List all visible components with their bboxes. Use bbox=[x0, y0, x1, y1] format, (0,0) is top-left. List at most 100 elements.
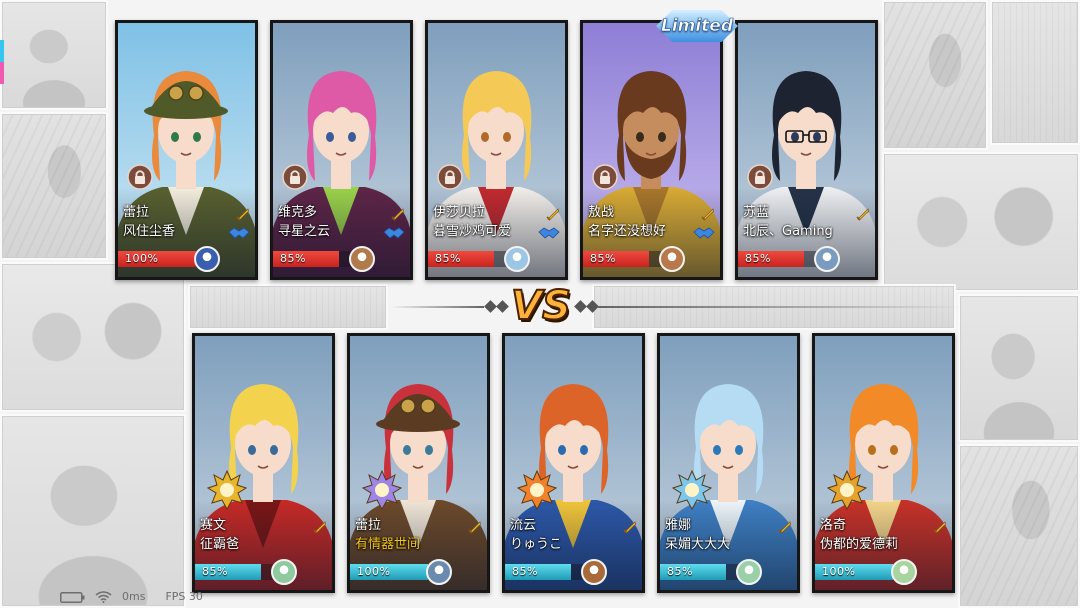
manga-panel bbox=[958, 444, 1080, 608]
hero-name: 敖战 bbox=[588, 205, 615, 220]
crest-icon bbox=[517, 470, 557, 510]
lock-icon bbox=[282, 164, 308, 190]
enemy-player-card-5: 苏蓝 北辰、Gaming 85% bbox=[735, 20, 878, 280]
player-avatar bbox=[194, 246, 220, 272]
ally-player-card-1: 赛文 征霸爸 85% bbox=[192, 333, 335, 593]
player-name: 名字还没想好 bbox=[588, 224, 667, 239]
hero-name: 雅娜 bbox=[665, 518, 692, 533]
crest-icon bbox=[362, 470, 402, 510]
player-avatar bbox=[271, 559, 297, 585]
loading-progress-label: 100% bbox=[125, 252, 159, 265]
loading-progress-label: 85% bbox=[202, 565, 228, 578]
loading-progress-bar: 85% bbox=[273, 251, 351, 267]
player-avatar bbox=[659, 246, 685, 272]
enemy-player-card-4: 敖战 名字还没想好 85% bbox=[580, 20, 723, 280]
manga-panel bbox=[990, 0, 1080, 145]
lock-icon bbox=[127, 164, 153, 190]
player-name: 伪都的爱德莉 bbox=[820, 537, 899, 552]
manga-panel bbox=[0, 0, 108, 110]
sword-icon bbox=[700, 206, 716, 222]
loading-progress-bar: 85% bbox=[660, 564, 738, 580]
loading-progress-bar: 85% bbox=[505, 564, 583, 580]
loading-progress-label: 85% bbox=[667, 565, 693, 578]
sword-icon bbox=[545, 206, 561, 222]
hero-name: 蕾拉 bbox=[123, 205, 150, 220]
player-avatar bbox=[581, 559, 607, 585]
loading-progress-label: 85% bbox=[512, 565, 538, 578]
sword-icon bbox=[855, 206, 871, 222]
hero-name: 赛文 bbox=[200, 518, 227, 533]
sword-icon bbox=[777, 519, 793, 535]
hero-name: 洛奇 bbox=[820, 518, 847, 533]
loading-progress-bar: 100% bbox=[815, 564, 893, 580]
player-name: 暮雪炒鸡可爱 bbox=[433, 224, 512, 239]
lock-icon bbox=[437, 164, 463, 190]
crest-icon bbox=[207, 470, 247, 510]
limited-badge-label: Limited bbox=[660, 16, 734, 37]
player-avatar bbox=[504, 246, 530, 272]
hero-name: 蕾拉 bbox=[355, 518, 382, 533]
loading-progress-label: 85% bbox=[590, 252, 616, 265]
crest-icon bbox=[827, 470, 867, 510]
handshake-icon bbox=[538, 226, 560, 240]
manga-panel bbox=[882, 0, 988, 150]
hero-name: 伊莎贝拉 bbox=[433, 205, 486, 220]
player-avatar bbox=[349, 246, 375, 272]
lock-icon bbox=[747, 164, 773, 190]
manga-panel bbox=[0, 262, 186, 412]
side-tab-indicator bbox=[0, 40, 4, 84]
sword-icon bbox=[932, 519, 948, 535]
player-name: 呆媚大大大 bbox=[665, 537, 731, 552]
ally-player-card-4: 雅娜 呆媚大大大 85% bbox=[657, 333, 800, 593]
loading-progress-bar: 85% bbox=[738, 251, 816, 267]
hero-name: 维克多 bbox=[278, 205, 318, 220]
loading-progress-bar: 100% bbox=[118, 251, 196, 267]
hero-name: 流云 bbox=[510, 518, 537, 533]
loading-progress-bar: 85% bbox=[428, 251, 506, 267]
sword-icon bbox=[622, 519, 638, 535]
loading-progress-label: 100% bbox=[822, 565, 856, 578]
manga-panel bbox=[958, 294, 1080, 442]
player-name: 征霸爸 bbox=[200, 537, 240, 552]
enemy-player-card-3: 伊莎贝拉 暮雪炒鸡可爱 85% bbox=[425, 20, 568, 280]
sword-icon bbox=[390, 206, 406, 222]
handshake-icon bbox=[693, 226, 715, 240]
limited-badge: Limited bbox=[656, 10, 738, 42]
vs-divider-line-left bbox=[390, 306, 484, 308]
loading-progress-bar: 85% bbox=[195, 564, 273, 580]
loading-progress-label: 85% bbox=[745, 252, 771, 265]
fps-readout: FPS 30 bbox=[165, 590, 203, 603]
device-status-bar: 0ms FPS 30 bbox=[60, 590, 203, 604]
manga-panel bbox=[0, 414, 186, 608]
vs-emblem: VS bbox=[510, 282, 572, 330]
manga-panel bbox=[188, 284, 388, 330]
hero-name: 苏蓝 bbox=[743, 205, 770, 220]
ally-player-card-3: 流云 りゅうこ 85% bbox=[502, 333, 645, 593]
manga-panel bbox=[0, 112, 108, 260]
vs-divider-line-right bbox=[598, 306, 962, 308]
handshake-icon bbox=[228, 226, 250, 240]
handshake-icon bbox=[383, 226, 405, 240]
player-name: 风住尘香 bbox=[123, 224, 176, 239]
loading-progress-bar: 85% bbox=[583, 251, 661, 267]
ally-player-card-2: 蕾拉 有情器世间 100% bbox=[347, 333, 490, 593]
player-avatar bbox=[891, 559, 917, 585]
loading-progress-bar: 100% bbox=[350, 564, 428, 580]
battery-icon bbox=[60, 591, 85, 603]
player-name: 寻星之云 bbox=[278, 224, 331, 239]
self-player-name: 有情器世间 bbox=[355, 537, 421, 552]
manga-panel bbox=[882, 152, 1080, 292]
player-name: りゅうこ bbox=[510, 537, 563, 552]
player-avatar bbox=[736, 559, 762, 585]
player-avatar bbox=[814, 246, 840, 272]
sword-icon bbox=[235, 206, 251, 222]
ally-player-card-5: 洛奇 伪都的爱德莉 100% bbox=[812, 333, 955, 593]
sword-icon bbox=[312, 519, 328, 535]
ping-readout: 0ms bbox=[122, 590, 146, 603]
player-name: 北辰、Gaming bbox=[743, 224, 833, 239]
player-avatar bbox=[426, 559, 452, 585]
wifi-icon bbox=[95, 591, 112, 603]
crest-icon bbox=[672, 470, 712, 510]
enemy-player-card-1: 蕾拉 风住尘香 100% bbox=[115, 20, 258, 280]
sword-icon bbox=[467, 519, 483, 535]
